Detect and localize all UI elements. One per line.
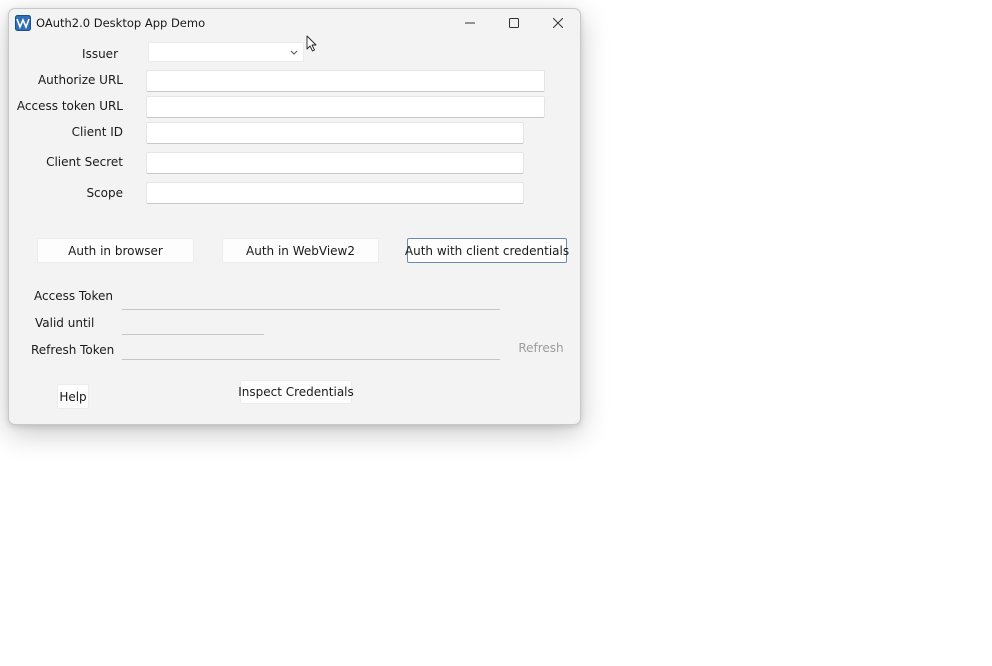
- client-id-label: Client ID: [71, 125, 123, 139]
- issuer-label: Issuer: [82, 47, 118, 61]
- refresh-button[interactable]: Refresh: [516, 337, 566, 359]
- scope-label: Scope: [86, 186, 123, 200]
- minimize-icon: [465, 22, 475, 24]
- authorize-url-input[interactable]: [146, 70, 545, 92]
- scope-input[interactable]: [146, 182, 524, 204]
- issuer-combobox[interactable]: [148, 42, 304, 62]
- client-secret-input[interactable]: [146, 152, 524, 174]
- inspect-credentials-button[interactable]: Inspect Credentials: [238, 380, 354, 404]
- maximize-button[interactable]: [492, 9, 536, 37]
- access-token-url-label: Access token URL: [16, 99, 123, 113]
- app-window: OAuth2.0 Desktop App Demo Issuer Authori…: [8, 8, 581, 425]
- access-token-label: Access Token: [34, 289, 114, 303]
- auth-in-webview2-button[interactable]: Auth in WebView2: [222, 238, 379, 263]
- window-title: OAuth2.0 Desktop App Demo: [36, 16, 206, 30]
- access-token-field: [122, 309, 500, 310]
- minimize-button[interactable]: [448, 9, 492, 37]
- title-bar[interactable]: OAuth2.0 Desktop App Demo: [9, 9, 580, 37]
- auth-client-credentials-button[interactable]: Auth with client credentials: [405, 238, 569, 263]
- mouse-cursor-icon: [306, 35, 317, 52]
- auth-in-browser-button[interactable]: Auth in browser: [37, 238, 194, 263]
- client-secret-label: Client Secret: [46, 155, 123, 169]
- valid-until-field: [122, 334, 264, 335]
- chevron-down-icon: [290, 50, 298, 55]
- authorize-url-label: Authorize URL: [37, 73, 123, 87]
- help-button[interactable]: Help: [57, 384, 89, 409]
- client-id-input[interactable]: [146, 122, 524, 144]
- close-button[interactable]: [536, 9, 580, 37]
- valid-until-label: Valid until: [35, 316, 95, 330]
- refresh-token-label: Refresh Token: [31, 343, 115, 357]
- refresh-token-field: [122, 359, 500, 360]
- maximize-icon: [509, 18, 519, 28]
- access-token-url-input[interactable]: [146, 96, 545, 118]
- app-logo-icon: [15, 15, 31, 31]
- close-icon: [553, 18, 563, 28]
